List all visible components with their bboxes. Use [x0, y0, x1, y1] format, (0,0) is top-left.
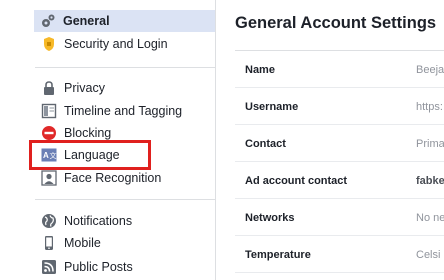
sidebar-item-privacy[interactable]: Privacy — [35, 77, 215, 99]
row-key: Username — [245, 101, 299, 113]
row-value: fabke — [416, 175, 444, 187]
row-value: Prima — [416, 138, 444, 150]
row-key: Networks — [245, 212, 295, 224]
sidebar-item-label: Public Posts — [64, 260, 133, 274]
sidebar-item-label: Mobile — [64, 236, 101, 250]
page-title: General Account Settings — [235, 14, 437, 32]
sidebar-item-language[interactable]: A 文 Language — [35, 144, 215, 166]
svg-text:A: A — [43, 151, 49, 160]
sidebar-item-label: Notifications — [64, 214, 133, 228]
row-value: No ne — [416, 212, 444, 224]
sidebar-item-label: General — [63, 14, 110, 28]
sidebar-item-timeline[interactable]: Timeline and Tagging — [35, 100, 215, 122]
settings-row-name[interactable]: Name Beeja — [235, 51, 444, 88]
row-value: Beeja — [416, 64, 444, 76]
lock-icon — [41, 80, 57, 96]
settings-row-temperature[interactable]: Temperature Celsi — [235, 236, 444, 273]
sidebar-item-blocking[interactable]: Blocking — [35, 122, 215, 144]
sidebar-item-mobile[interactable]: Mobile — [35, 232, 215, 254]
row-value: Celsi — [416, 249, 441, 261]
language-icon: A 文 — [41, 147, 57, 163]
settings-row-ad-account-contact[interactable]: Ad account contact fabke — [235, 162, 444, 199]
settings-row-username[interactable]: Username https: — [235, 88, 444, 125]
settings-main-panel: General Account Settings Name Beeja User… — [216, 0, 444, 280]
block-icon — [41, 125, 57, 141]
sidebar-item-face-recognition[interactable]: Face Recognition — [35, 167, 215, 189]
svg-text:文: 文 — [50, 151, 57, 160]
sidebar-item-public-posts[interactable]: Public Posts — [35, 256, 215, 278]
sidebar-item-label: Timeline and Tagging — [64, 104, 183, 118]
sidebar-item-general[interactable]: General — [34, 10, 215, 32]
settings-sidebar: General Security and Login Privacy Timel… — [0, 0, 216, 280]
row-key: Contact — [245, 138, 286, 150]
rss-icon — [41, 259, 57, 275]
sidebar-item-label: Language — [64, 148, 120, 162]
sidebar-divider — [35, 67, 215, 68]
timeline-icon — [41, 103, 57, 119]
settings-row-contact[interactable]: Contact Prima — [235, 125, 444, 162]
mobile-icon — [41, 235, 57, 251]
sidebar-item-label: Privacy — [64, 81, 105, 95]
shield-icon — [41, 36, 57, 52]
row-key: Temperature — [245, 249, 311, 261]
sidebar-item-label: Face Recognition — [64, 171, 162, 185]
sidebar-item-notifications[interactable]: Notifications — [35, 210, 215, 232]
row-key: Ad account contact — [245, 175, 348, 187]
face-recognition-icon — [41, 170, 57, 186]
sidebar-item-security[interactable]: Security and Login — [35, 33, 215, 55]
sidebar-item-label: Security and Login — [64, 37, 168, 51]
sidebar-divider — [35, 199, 215, 200]
settings-row-networks[interactable]: Networks No ne — [235, 199, 444, 236]
sidebar-item-label: Blocking — [64, 126, 112, 140]
row-key: Name — [245, 64, 275, 76]
row-value: https: — [416, 101, 443, 113]
gears-icon — [40, 13, 56, 29]
globe-icon — [41, 213, 57, 229]
